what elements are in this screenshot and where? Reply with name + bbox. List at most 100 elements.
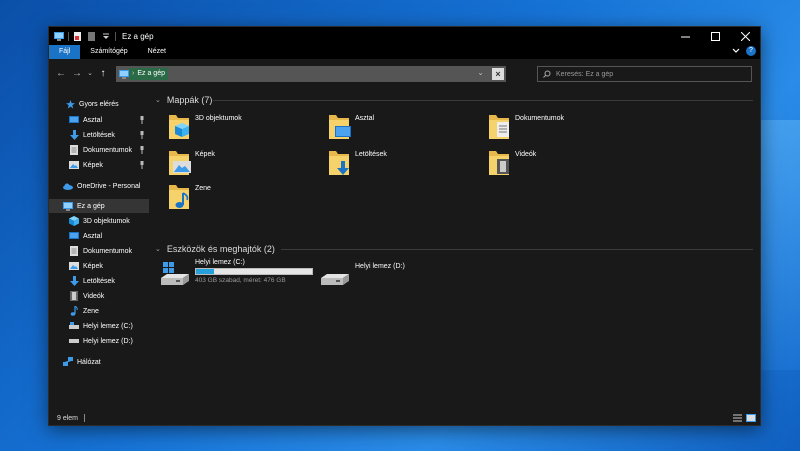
recent-locations-chevron-icon[interactable]: ⌄	[85, 66, 95, 82]
computer-icon	[63, 201, 73, 211]
cube-icon	[69, 216, 79, 226]
address-text: Ez a gép	[137, 70, 165, 77]
customize-toolbar-icon[interactable]	[101, 32, 111, 41]
drive-d[interactable]: Helyi lemez (D:)	[321, 263, 405, 293]
sidebar-item-onedrive[interactable]: OneDrive - Personal	[49, 179, 149, 193]
forward-arrow-icon[interactable]: →	[69, 66, 85, 82]
drive-info: Helyi lemez (C:) 403 GB szabad, méret: 4…	[195, 259, 313, 284]
sidebar-item-quick-access[interactable]: Gyors elérés	[49, 97, 149, 111]
details-view-icon[interactable]	[733, 414, 742, 422]
folder-downloads-icon	[329, 151, 349, 175]
pin-icon[interactable]	[139, 116, 145, 124]
sidebar-item-music[interactable]: Zene	[49, 304, 149, 318]
status-bar: 9 elem	[49, 411, 760, 425]
sidebar-item-documents[interactable]: Dokumentumok	[49, 143, 149, 157]
folder-3d-objects-icon	[169, 115, 189, 139]
folder-videos[interactable]: Videók	[487, 149, 647, 179]
sidebar-item-label: Letöltések	[83, 277, 115, 285]
sidebar-item-label: Gyors elérés	[79, 100, 119, 108]
drive-c[interactable]: Helyi lemez (C:) 403 GB szabad, méret: 4…	[161, 259, 313, 289]
drive-usage-fill	[196, 269, 214, 274]
pin-icon[interactable]	[139, 131, 145, 139]
folder-pictures-icon	[169, 151, 191, 175]
item-count: 9 elem	[57, 414, 79, 422]
sidebar-item-videos[interactable]: Videók	[49, 289, 149, 303]
folder-label: Videók	[515, 151, 537, 158]
help-icon[interactable]: ?	[746, 46, 756, 56]
folder-3d-objects[interactable]: 3D objektumok	[167, 113, 327, 143]
sidebar-item-pictures-pc[interactable]: Képek	[49, 259, 149, 273]
folder-label: Dokumentumok	[515, 115, 565, 122]
collapse-chevron-icon[interactable]: ⌄	[155, 96, 161, 104]
folder-music[interactable]: Zene	[167, 183, 327, 213]
sidebar-item-label: Képek	[83, 161, 103, 169]
drive-usage-bar	[195, 268, 313, 275]
back-arrow-icon[interactable]: ←	[53, 66, 69, 82]
folders-group-header[interactable]: ⌄ Mappák (7)	[151, 93, 212, 107]
sidebar-item-desktop-pc[interactable]: Asztal	[49, 229, 149, 243]
minimize-icon	[680, 36, 690, 37]
separator	[68, 31, 69, 41]
sidebar-item-network[interactable]: Hálózat	[49, 355, 149, 369]
sidebar-item-label: Dokumentumok	[83, 146, 133, 154]
search-input[interactable]	[556, 70, 736, 78]
drive-info: Helyi lemez (D:)	[355, 263, 405, 272]
sidebar-item-label: Asztal	[83, 116, 103, 124]
sidebar-item-label: 3D objektumok	[83, 217, 130, 225]
drives-group-header[interactable]: ⌄ Eszközök és meghajtók (2)	[151, 242, 275, 256]
sidebar-item-drive-d[interactable]: Helyi lemez (D:)	[49, 334, 149, 348]
up-arrow-icon[interactable]: ↑	[95, 66, 111, 82]
address-path[interactable]: › Ez a gép	[129, 68, 168, 80]
tab-file[interactable]: Fájl	[49, 45, 81, 59]
folder-label: 3D objektumok	[195, 115, 242, 122]
properties-icon[interactable]	[73, 31, 83, 41]
new-folder-icon[interactable]	[87, 31, 97, 41]
desktop-icon	[69, 115, 79, 125]
close-button[interactable]	[730, 27, 760, 45]
sidebar-item-label: Hálózat	[77, 358, 101, 366]
sidebar-item-desktop[interactable]: Asztal	[49, 113, 149, 127]
tab-computer[interactable]: Számítógép	[80, 45, 137, 59]
cloud-icon	[63, 181, 73, 191]
clear-address-icon[interactable]: ×	[492, 68, 504, 80]
sidebar-item-label: Letöltések	[83, 131, 115, 139]
folder-desktop[interactable]: Asztal	[327, 113, 487, 143]
sidebar-item-downloads-pc[interactable]: Letöltések	[49, 274, 149, 288]
close-icon	[740, 31, 750, 41]
sidebar-item-this-pc[interactable]: Ez a gép	[49, 199, 149, 213]
expand-ribbon-icon[interactable]	[732, 48, 740, 54]
folder-pictures[interactable]: Képek	[167, 149, 327, 179]
minimize-button[interactable]	[670, 27, 700, 45]
folder-documents-icon	[489, 115, 509, 139]
tiles-view-icon[interactable]	[746, 414, 756, 422]
maximize-button[interactable]	[700, 27, 730, 45]
folder-downloads[interactable]: Letöltések	[327, 149, 487, 179]
sidebar-item-documents-pc[interactable]: Dokumentumok	[49, 244, 149, 258]
pin-icon[interactable]	[139, 161, 145, 169]
sidebar-item-label: Helyi lemez (C:)	[83, 322, 133, 330]
folder-music-icon	[169, 185, 189, 209]
computer-icon	[54, 31, 64, 41]
drive-space-text: 403 GB szabad, méret: 476 GB	[195, 277, 286, 284]
address-bar[interactable]: › Ez a gép ⌄ ×	[116, 66, 506, 82]
divider	[213, 100, 753, 101]
document-icon	[69, 145, 79, 155]
search-icon	[543, 70, 551, 78]
navigation-pane: Gyors elérés Asztal Letöltések Dokumentu…	[49, 89, 149, 411]
window-controls	[670, 27, 760, 45]
sidebar-item-downloads[interactable]: Letöltések	[49, 128, 149, 142]
search-box[interactable]	[537, 66, 752, 82]
folder-label: Zene	[195, 185, 211, 192]
star-icon	[65, 99, 75, 109]
pin-icon[interactable]	[139, 146, 145, 154]
sidebar-item-pictures[interactable]: Képek	[49, 158, 149, 172]
collapse-chevron-icon[interactable]: ⌄	[155, 245, 161, 253]
sidebar-item-drive-c[interactable]: Helyi lemez (C:)	[49, 319, 149, 333]
sidebar-item-3d-objects[interactable]: 3D objektumok	[49, 214, 149, 228]
hard-drive-icon	[69, 321, 79, 331]
tab-view[interactable]: Nézet	[138, 45, 176, 59]
folder-documents[interactable]: Dokumentumok	[487, 113, 647, 143]
desktop-glow	[760, 120, 800, 370]
folder-label: Asztal	[355, 115, 375, 122]
address-dropdown-icon[interactable]: ⌄	[477, 68, 484, 77]
